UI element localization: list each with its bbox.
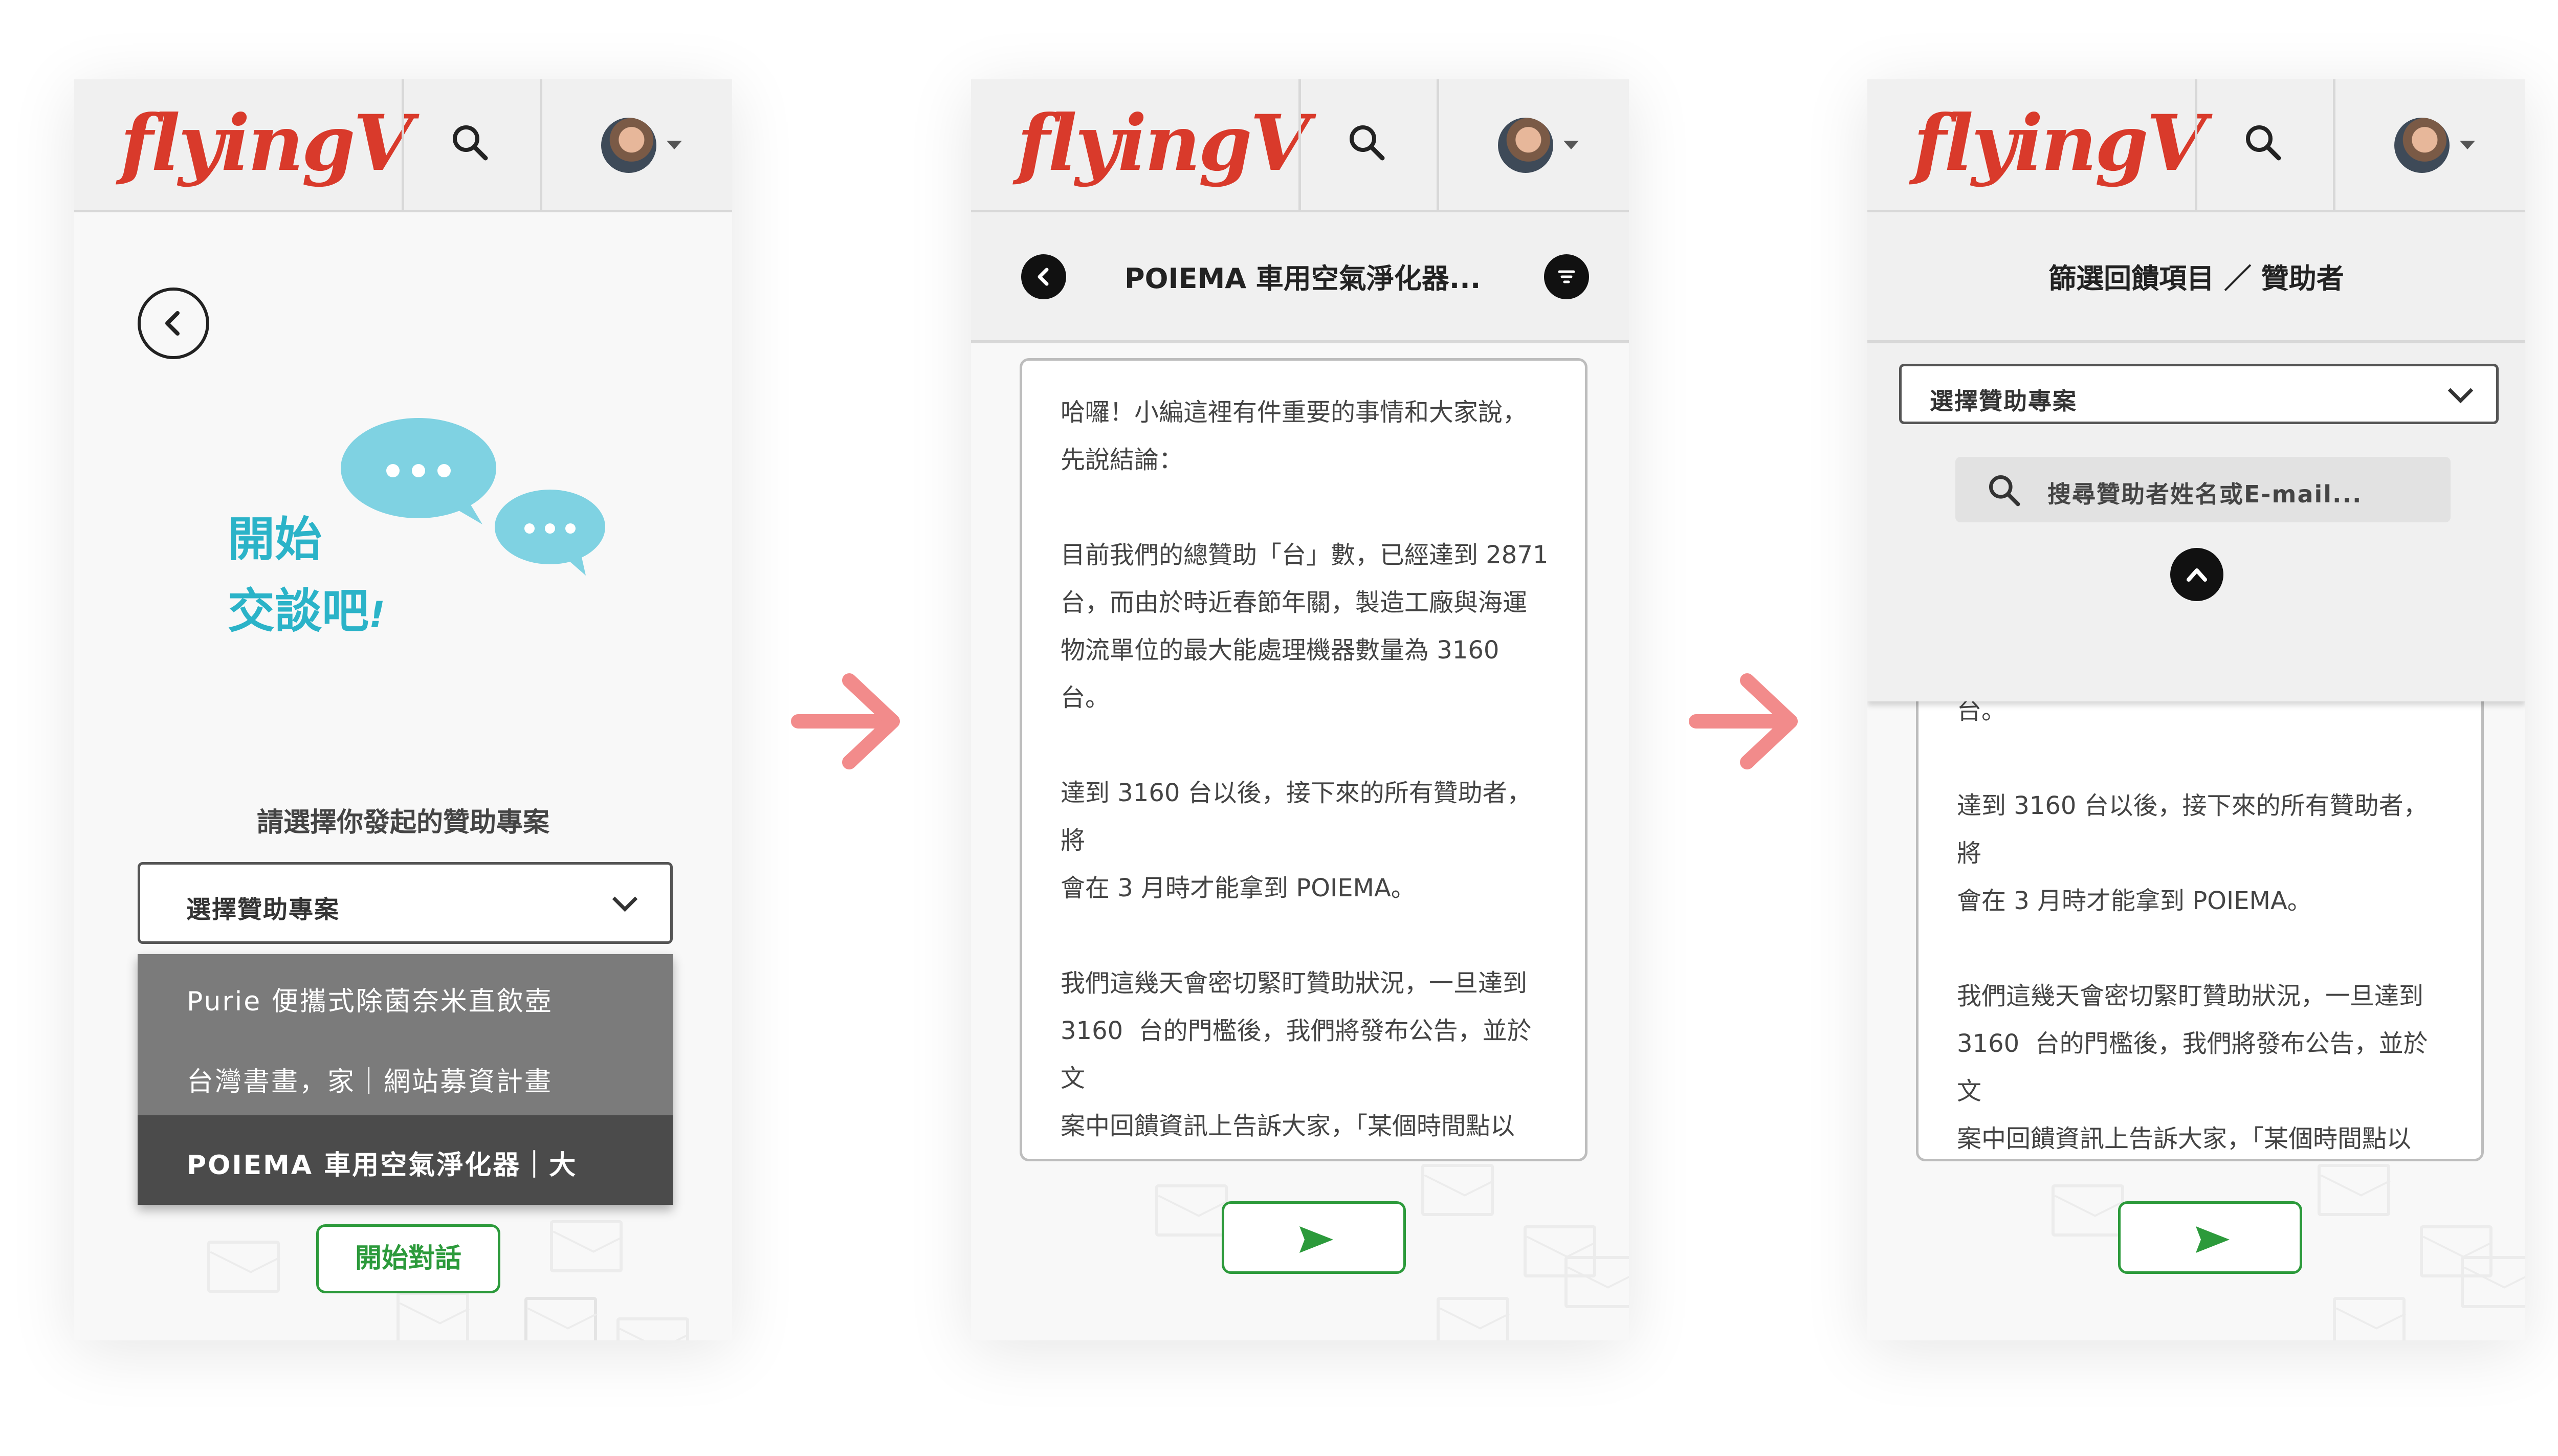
start-conversation-button[interactable]: 開始對話: [316, 1224, 500, 1293]
envelope-icon: [616, 1317, 689, 1340]
top-bar: flyingV: [74, 79, 732, 212]
option-label: Purie 便攜式除菌奈米直飲壺: [187, 986, 553, 1017]
divider: [1298, 79, 1301, 210]
envelope-icon: [1437, 1297, 1509, 1340]
heading-text: 交談吧: [228, 584, 369, 638]
envelope-icon: [2333, 1297, 2406, 1340]
envelope-icon: [550, 1220, 623, 1272]
divider: [2333, 79, 2335, 210]
chevron-left-icon: [165, 311, 180, 336]
option-label: 台灣書畫，家｜網站募資計畫: [187, 1067, 553, 1097]
heading-line: 交談吧!: [228, 576, 385, 651]
chat-bubble-icon: [495, 490, 605, 576]
dropdown-option-selected[interactable]: POIEMA 車用空氣淨化器｜大: [138, 1115, 673, 1205]
back-button[interactable]: [1021, 254, 1066, 299]
envelope-icon: [1564, 1256, 1629, 1308]
avatar[interactable]: [1498, 118, 1553, 173]
screen-start-conversation: flyingV 開始 交談吧! 請選擇你發起的贊助專案 選擇贊助專案 Purie…: [74, 79, 732, 1340]
divider: [1437, 79, 1439, 210]
screen-conversation: flyingV POIEMA 車用空氣淨化器... 哈囉！小編這裡有件重要的事情…: [971, 79, 1629, 1340]
divider: [540, 79, 542, 210]
conversation-header: POIEMA 車用空氣淨化器...: [971, 212, 1629, 343]
avatar[interactable]: [2394, 118, 2450, 173]
search-icon: [1989, 475, 2020, 506]
message-text: 哈囉！小編這裡有件重要的事情和大家說， 先說結論： 目前我們的總贊助「台」數，已…: [1061, 398, 1549, 1140]
send-button[interactable]: [2118, 1201, 2302, 1274]
back-button[interactable]: [138, 288, 209, 359]
select-placeholder: 選擇贊助專案: [186, 895, 340, 924]
project-title: POIEMA 車用空氣淨化器...: [1124, 262, 1481, 295]
chevron-down-icon: [612, 886, 638, 912]
dropdown-option[interactable]: 台灣書畫，家｜網站募資計畫: [138, 1033, 673, 1115]
flyingv-logo[interactable]: flyingV: [1017, 100, 1310, 187]
envelope-icon: [1155, 1184, 1228, 1237]
arrow-right-icon: [1689, 673, 1798, 769]
avatar[interactable]: [601, 118, 656, 173]
search-icon[interactable]: [448, 120, 494, 166]
search-icon[interactable]: [2241, 120, 2287, 166]
filter-icon: [1558, 270, 1575, 283]
envelope-icon: [1421, 1164, 1494, 1216]
search-placeholder: 搜尋贊助者姓名或E-mail...: [2047, 480, 2363, 508]
filter-title: 篩選回饋項目 ／ 贊助者: [2048, 262, 2344, 295]
project-dropdown-menu: Purie 便攜式除菌奈米直飲壺 台灣書畫，家｜網站募資計畫 POIEMA 車用…: [138, 954, 673, 1205]
message-text: 物流單位的最大能處理機器數量為 3160 台。 達到 3160 台以後，接下來的…: [1957, 649, 2428, 1153]
flyingv-logo[interactable]: flyingV: [120, 100, 413, 187]
screen-filter: flyingV 物流單位的最大能處理機器數量為 3160 台。 達到 3160 …: [1867, 79, 2525, 1340]
chevron-left-icon: [1038, 268, 1049, 286]
send-icon: [2196, 1226, 2230, 1253]
top-bar: flyingV: [1867, 79, 2525, 212]
divider: [402, 79, 404, 210]
select-project-label: 請選擇你發起的贊助專案: [256, 807, 549, 838]
chevron-up-icon: [2187, 568, 2207, 582]
envelope-icon: [2052, 1184, 2124, 1237]
filter-panel: 選擇贊助專案 搜尋贊助者姓名或E-mail...: [1867, 343, 2525, 701]
project-select[interactable]: 選擇贊助專案: [1899, 364, 2499, 424]
heading-mark: !: [369, 594, 385, 636]
search-icon[interactable]: [1344, 120, 1391, 166]
filter-button[interactable]: [1544, 254, 1589, 299]
envelope-icon: [396, 1292, 469, 1340]
caret-down-icon[interactable]: [2460, 141, 2475, 149]
filter-header: 篩選回饋項目 ／ 贊助者: [1867, 212, 2525, 343]
envelope-icon: [2461, 1256, 2525, 1308]
project-select[interactable]: 選擇贊助專案: [138, 862, 673, 944]
caret-down-icon[interactable]: [1563, 141, 1579, 149]
select-placeholder: 選擇贊助專案: [1930, 387, 2077, 415]
top-bar: flyingV: [971, 79, 1629, 212]
flyingv-logo[interactable]: flyingV: [1913, 100, 2206, 187]
envelope-icon: [2318, 1164, 2390, 1216]
chevron-down-icon: [2447, 378, 2474, 404]
send-button[interactable]: [1222, 1201, 1406, 1274]
collapse-button[interactable]: [2170, 548, 2223, 601]
dropdown-option[interactable]: Purie 便攜式除菌奈米直飲壺: [138, 954, 673, 1033]
arrow-right-icon: [791, 673, 900, 769]
sponsor-search-input[interactable]: 搜尋贊助者姓名或E-mail...: [1955, 457, 2451, 522]
divider: [2195, 79, 2197, 210]
message-card[interactable]: 哈囉！小編這裡有件重要的事情和大家說， 先說結論： 目前我們的總贊助「台」數，已…: [1020, 358, 1587, 1161]
caret-down-icon[interactable]: [667, 141, 682, 149]
envelope-icon: [524, 1297, 597, 1340]
heading-line: 開始: [228, 512, 322, 567]
start-chat-heading: 開始 交談吧!: [228, 504, 385, 651]
send-icon: [1299, 1226, 1333, 1253]
option-label: POIEMA 車用空氣淨化器｜大: [187, 1150, 578, 1181]
envelope-icon: [207, 1241, 280, 1293]
